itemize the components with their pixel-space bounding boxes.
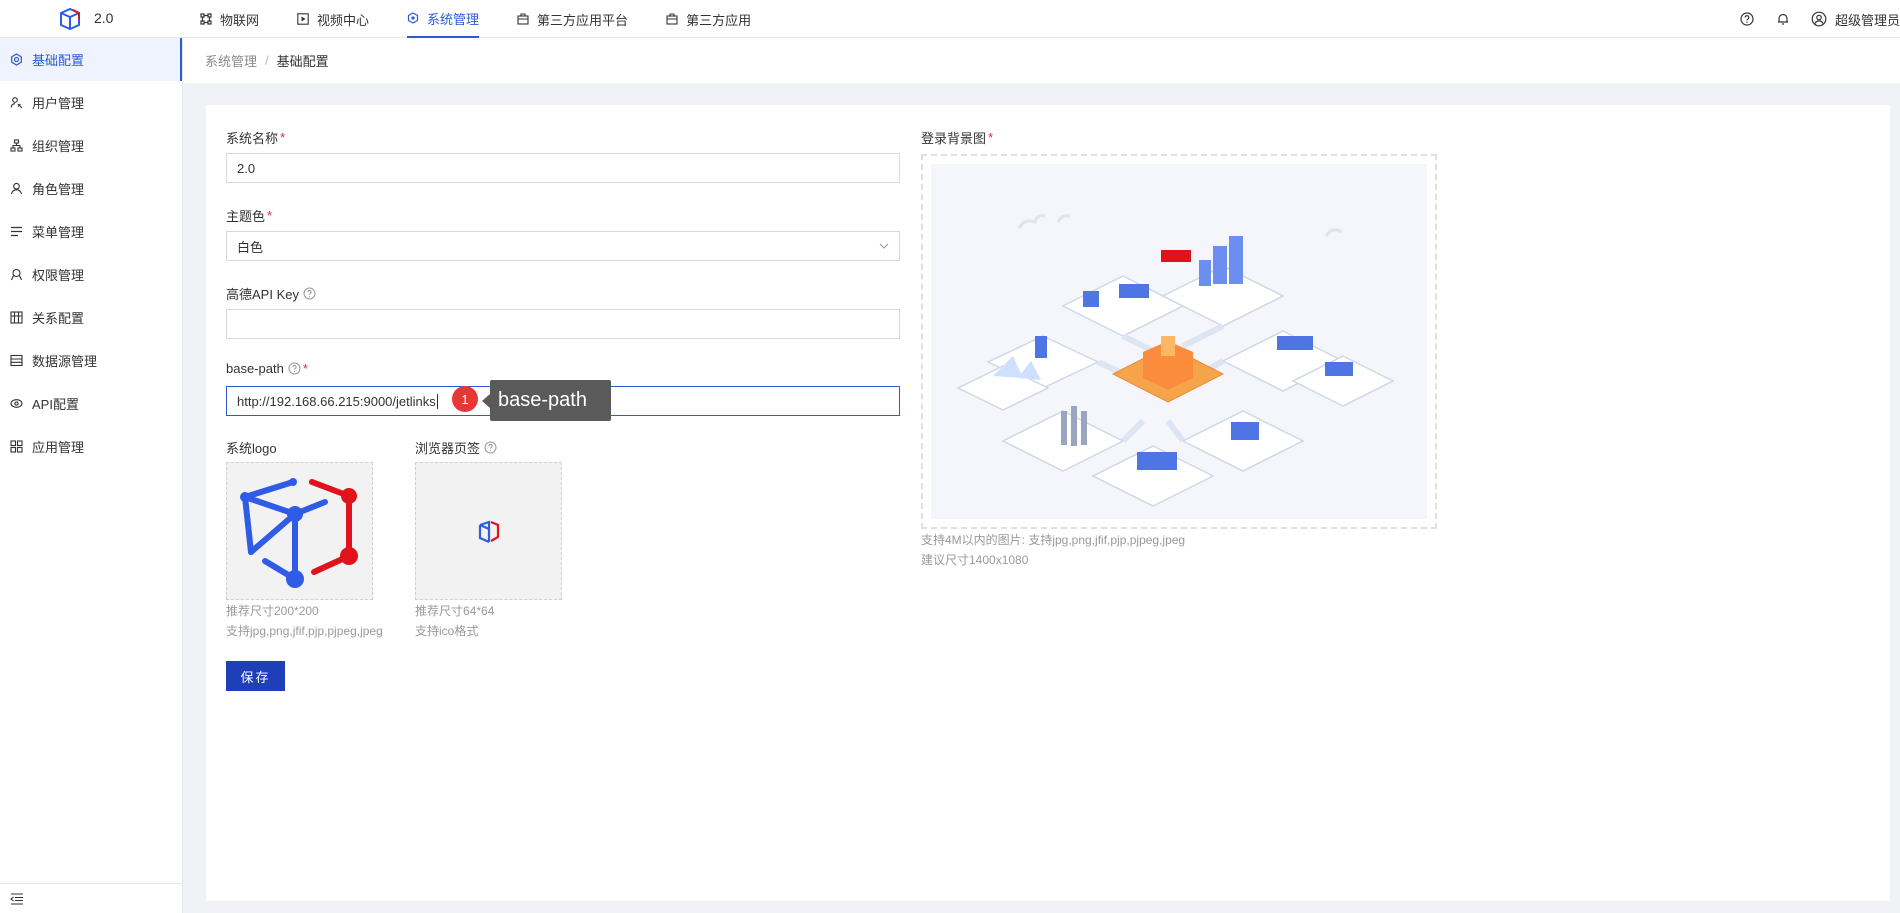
breadcrumb: 系统管理 / 基础配置	[183, 38, 1900, 83]
required-mark: *	[280, 130, 286, 145]
apps-icon	[10, 440, 23, 453]
app-logo[interactable]	[56, 5, 84, 33]
annotation-badge: 1	[452, 386, 478, 412]
nav-app-platform[interactable]: 第三方应用平台	[517, 0, 628, 38]
breadcrumb-separator: /	[265, 53, 269, 68]
base-path-label: base-path *	[226, 361, 308, 376]
logo-upload[interactable]	[226, 462, 373, 600]
sidebar-item-menus[interactable]: 菜单管理	[0, 210, 182, 253]
required-mark: *	[988, 130, 994, 145]
question-circle-icon[interactable]	[288, 362, 301, 375]
amap-key-label: 高德API Key	[226, 284, 316, 303]
sidebar-item-datasource[interactable]: 数据源管理	[0, 339, 182, 382]
user-menu[interactable]: 超级管理员	[1811, 10, 1900, 29]
annotation-tooltip: base-path	[482, 380, 611, 421]
login-background-image	[931, 164, 1427, 519]
header-actions: 超级管理员	[1719, 0, 1900, 38]
theme-select[interactable]: 白色	[226, 231, 900, 261]
menu-icon	[10, 225, 23, 238]
sidebar-item-roles[interactable]: 角色管理	[0, 167, 182, 210]
role-icon	[10, 182, 23, 195]
nav-third-app[interactable]: 第三方应用	[666, 0, 751, 38]
sidebar-item-apps[interactable]: 应用管理	[0, 425, 182, 468]
breadcrumb-current: 基础配置	[276, 54, 329, 69]
datasource-icon	[10, 354, 23, 367]
user-name: 超级管理员	[1834, 12, 1900, 28]
favicon-hint-format: 支持ico格式	[415, 624, 479, 638]
bell-icon[interactable]	[1775, 11, 1791, 27]
user-icon	[10, 96, 23, 109]
sidebar-item-basic-config[interactable]: 基础配置	[0, 38, 182, 81]
top-nav: 物联网 视频中心 系统管理 第三方应用平台 第三方应用	[200, 0, 789, 38]
menu-fold-icon	[10, 892, 23, 905]
sidebar-item-org[interactable]: 组织管理	[0, 124, 182, 167]
login-bg-upload[interactable]	[921, 154, 1437, 529]
login-bg-hint-format: 支持4M以内的图片: 支持jpg,png,jfif,pjp,pjpeg,jpeg	[921, 533, 1186, 547]
app-icon	[666, 13, 678, 25]
login-bg-hint-size: 建议尺寸1400x1080	[921, 553, 1029, 567]
favicon-hint-size: 推荐尺寸64*64	[415, 604, 495, 618]
favicon-image	[478, 520, 499, 544]
nav-iot[interactable]: 物联网	[200, 0, 259, 38]
top-header: 2.0 物联网 视频中心 系统管理 第三方应用平台 第三方应用 超级管理员	[0, 0, 1900, 38]
user-avatar-icon	[1811, 11, 1827, 27]
system-logo-image	[239, 478, 358, 588]
logo-hint-format: 支持jpg,png,jfif,pjp,pjpeg,jpeg	[226, 624, 383, 638]
logo-hint-size: 推荐尺寸200*200	[226, 604, 319, 618]
login-bg-label: 登录背景图 *	[921, 130, 994, 146]
nav-system[interactable]: 系统管理	[407, 0, 480, 38]
org-icon	[10, 139, 23, 152]
iot-icon	[200, 13, 212, 25]
text-cursor	[436, 393, 438, 409]
sidebar-collapse-toggle[interactable]	[0, 883, 183, 913]
sidebar-item-api[interactable]: API配置	[0, 382, 182, 425]
required-mark: *	[267, 208, 273, 223]
system-name-label: 系统名称 *	[226, 130, 286, 146]
question-circle-icon[interactable]	[303, 287, 316, 300]
video-icon	[297, 13, 309, 25]
theme-label: 主题色 *	[226, 208, 273, 224]
sidebar: 基础配置 用户管理 组织管理 角色管理 菜单管理 权限管理 关系配置 数据源管理…	[0, 38, 183, 913]
api-icon	[10, 397, 23, 410]
amap-key-input[interactable]	[226, 309, 900, 339]
favicon-upload[interactable]	[415, 462, 562, 600]
permission-icon	[10, 268, 23, 281]
system-icon	[407, 12, 419, 24]
app-version: 2.0	[94, 10, 114, 26]
gear-icon	[10, 53, 23, 66]
help-icon[interactable]	[1739, 11, 1755, 27]
nav-video[interactable]: 视频中心	[297, 0, 369, 38]
favicon-label: 浏览器页签	[415, 438, 497, 457]
sidebar-item-users[interactable]: 用户管理	[0, 81, 182, 124]
app-platform-icon	[517, 13, 529, 25]
sidebar-item-permissions[interactable]: 权限管理	[0, 253, 182, 296]
save-button[interactable]: 保存	[226, 661, 285, 691]
system-name-input[interactable]: 2.0	[226, 153, 900, 183]
logo-label: 系统logo	[226, 441, 277, 456]
sidebar-item-relations[interactable]: 关系配置	[0, 296, 182, 339]
question-circle-icon[interactable]	[484, 441, 497, 454]
breadcrumb-parent[interactable]: 系统管理	[205, 51, 257, 70]
relation-icon	[10, 311, 23, 324]
chevron-down-icon	[879, 243, 889, 249]
required-mark: *	[302, 361, 308, 376]
